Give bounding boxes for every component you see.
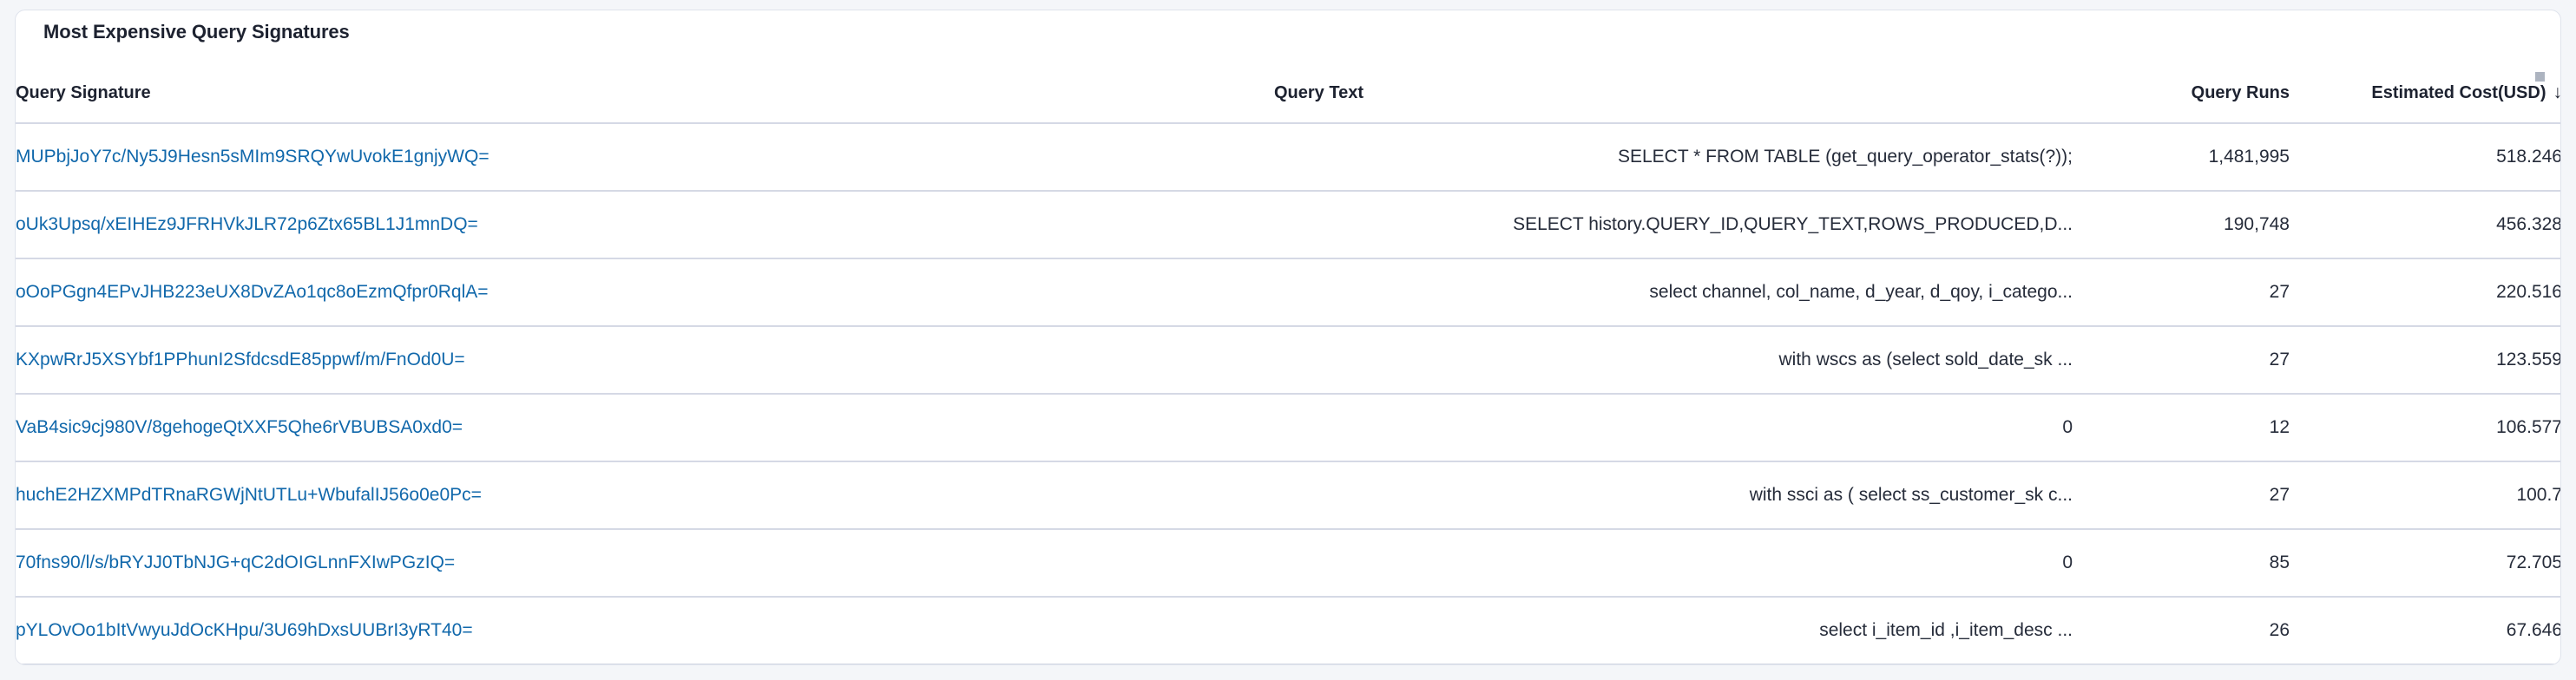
table-header-row: Query Signature Query Text Query Runs Es… <box>16 83 2561 123</box>
page-title: Most Expensive Query Signatures <box>43 21 350 43</box>
cell-query-signature: VaB4sic9cj980V/8gehogeQtXXF5Qhe6rVBUBSA0… <box>16 394 1274 461</box>
cell-query-text: select i_item_id ,i_item_desc ... <box>1274 597 2073 664</box>
cell-query-text: SELECT * FROM TABLE (get_query_operator_… <box>1274 123 2073 191</box>
query-signatures-panel: Most Expensive Query Signatures Query Si… <box>15 10 2561 665</box>
cell-estimated-cost: 220.516 <box>2290 258 2561 326</box>
cell-estimated-cost: 518.246 <box>2290 123 2561 191</box>
query-signature-link[interactable]: pYLOvOo1bItVwyuJdOcKHpu/3U69hDxsUUBrI3yR… <box>16 620 473 640</box>
table-row: 70fns90/l/s/bRYJJ0TbNJG+qC2dOIGLnnFXIwPG… <box>16 529 2561 597</box>
cell-query-runs: 1,481,995 <box>2073 123 2290 191</box>
most-expensive-query-signatures-table: Query Signature Query Text Query Runs Es… <box>16 83 2561 665</box>
cell-query-runs: 26 <box>2073 597 2290 664</box>
cell-query-runs: 12 <box>2073 394 2290 461</box>
table-row: MUPbjJoY7c/Ny5J9Hesn5sMIm9SRQYwUvokE1gnj… <box>16 123 2561 191</box>
column-header-query-signature[interactable]: Query Signature <box>16 83 1274 123</box>
column-header-estimated-cost[interactable]: Estimated Cost(USD) ↓ <box>2290 83 2561 123</box>
table-row: huchE2HZXMPdTRnaRGWjNtUTLu+WbufalIJ56o0e… <box>16 461 2561 529</box>
cell-estimated-cost: 100.7 <box>2290 461 2561 529</box>
query-signature-link[interactable]: huchE2HZXMPdTRnaRGWjNtUTLu+WbufalIJ56o0e… <box>16 485 482 505</box>
table-row: VaB4sic9cj980V/8gehogeQtXXF5Qhe6rVBUBSA0… <box>16 394 2561 461</box>
table-row: oOoPGgn4EPvJHB223eUX8DvZAo1qc8oEzmQfpr0R… <box>16 258 2561 326</box>
cell-query-signature: huchE2HZXMPdTRnaRGWjNtUTLu+WbufalIJ56o0e… <box>16 461 1274 529</box>
query-signature-link[interactable]: oUk3Upsq/xEIHEz9JFRHVkJLR72p6Ztx65BL1J1m… <box>16 214 478 234</box>
arrow-down-icon[interactable]: ↓ <box>2553 83 2562 101</box>
column-header-query-text[interactable]: Query Text <box>1274 83 2073 123</box>
table-header: Query Signature Query Text Query Runs Es… <box>16 83 2561 123</box>
table-row: oUk3Upsq/xEIHEz9JFRHVkJLR72p6Ztx65BL1J1m… <box>16 191 2561 258</box>
query-signature-link[interactable]: 70fns90/l/s/bRYJJ0TbNJG+qC2dOIGLnnFXIwPG… <box>16 552 455 572</box>
cell-query-text: 0 <box>1274 529 2073 597</box>
cell-estimated-cost: 106.577 <box>2290 394 2561 461</box>
cell-estimated-cost: 123.559 <box>2290 326 2561 394</box>
cell-query-signature: oUk3Upsq/xEIHEz9JFRHVkJLR72p6Ztx65BL1J1m… <box>16 191 1274 258</box>
cell-query-signature: KXpwRrJ5XSYbf1PPhunI2SfdcsdE85ppwf/m/FnO… <box>16 326 1274 394</box>
query-signature-link[interactable]: MUPbjJoY7c/Ny5J9Hesn5sMIm9SRQYwUvokE1gnj… <box>16 147 490 167</box>
cell-query-text: with ssci as ( select ss_customer_sk c..… <box>1274 461 2073 529</box>
table-row: pYLOvOo1bItVwyuJdOcKHpu/3U69hDxsUUBrI3yR… <box>16 597 2561 664</box>
query-signature-link[interactable]: KXpwRrJ5XSYbf1PPhunI2SfdcsdE85ppwf/m/FnO… <box>16 350 465 369</box>
cell-estimated-cost: 456.328 <box>2290 191 2561 258</box>
table-body: MUPbjJoY7c/Ny5J9Hesn5sMIm9SRQYwUvokE1gnj… <box>16 123 2561 664</box>
query-signature-link[interactable]: oOoPGgn4EPvJHB223eUX8DvZAo1qc8oEzmQfpr0R… <box>16 282 489 302</box>
cell-query-signature: pYLOvOo1bItVwyuJdOcKHpu/3U69hDxsUUBrI3yR… <box>16 597 1274 664</box>
table-scroll-region: Query Signature Query Text Query Runs Es… <box>16 83 2560 664</box>
query-signature-link[interactable]: VaB4sic9cj980V/8gehogeQtXXF5Qhe6rVBUBSA0… <box>16 417 463 437</box>
resize-grip-icon[interactable] <box>2535 72 2545 82</box>
cell-estimated-cost: 67.646 <box>2290 597 2561 664</box>
table-row: KXpwRrJ5XSYbf1PPhunI2SfdcsdE85ppwf/m/FnO… <box>16 326 2561 394</box>
cell-query-runs: 27 <box>2073 461 2290 529</box>
cell-query-signature: oOoPGgn4EPvJHB223eUX8DvZAo1qc8oEzmQfpr0R… <box>16 258 1274 326</box>
cell-query-text: SELECT history.QUERY_ID,QUERY_TEXT,ROWS_… <box>1274 191 2073 258</box>
cell-query-runs: 27 <box>2073 326 2290 394</box>
cell-query-runs: 85 <box>2073 529 2290 597</box>
cell-query-text: select channel, col_name, d_year, d_qoy,… <box>1274 258 2073 326</box>
cell-query-signature: MUPbjJoY7c/Ny5J9Hesn5sMIm9SRQYwUvokE1gnj… <box>16 123 1274 191</box>
cell-query-runs: 190,748 <box>2073 191 2290 258</box>
cell-estimated-cost: 72.705 <box>2290 529 2561 597</box>
cell-query-text: 0 <box>1274 394 2073 461</box>
cell-query-signature: 70fns90/l/s/bRYJJ0TbNJG+qC2dOIGLnnFXIwPG… <box>16 529 1274 597</box>
column-header-query-runs[interactable]: Query Runs <box>2073 83 2290 123</box>
cell-query-text: with wscs as (select sold_date_sk ... <box>1274 326 2073 394</box>
cell-query-runs: 27 <box>2073 258 2290 326</box>
column-header-estimated-cost-label: Estimated Cost(USD) <box>2371 83 2546 102</box>
